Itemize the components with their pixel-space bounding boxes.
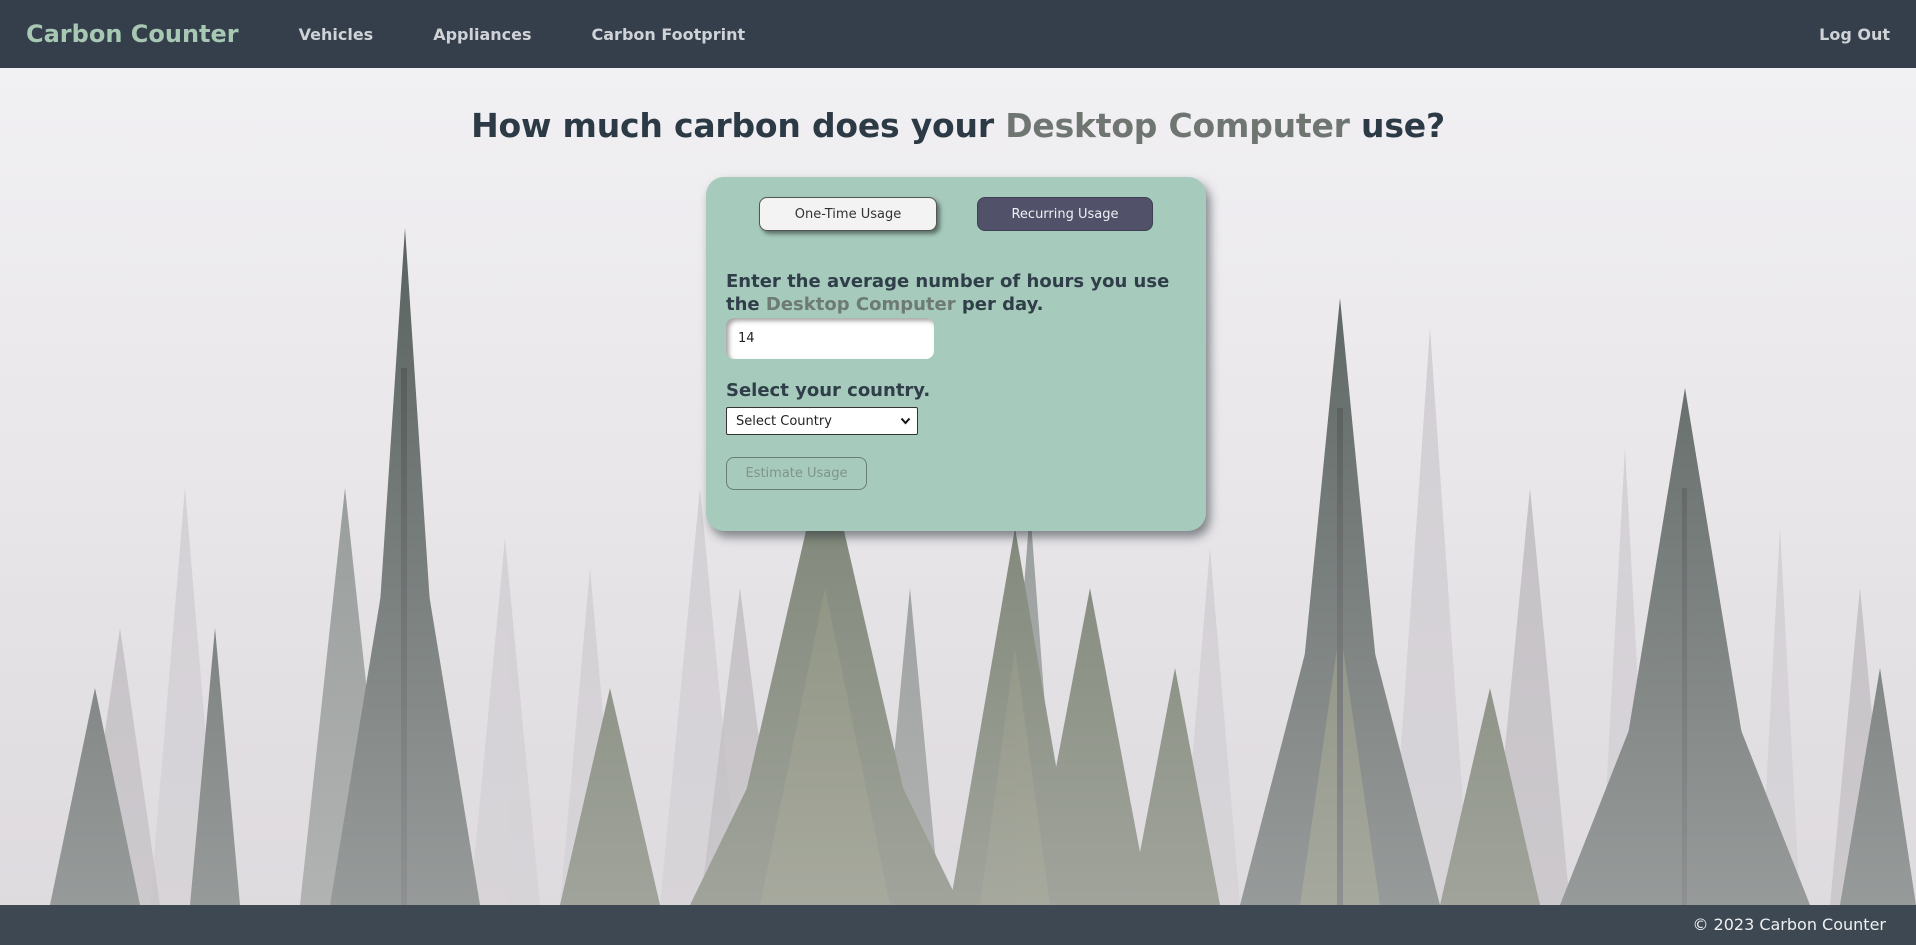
hours-prompt-appliance: Desktop Computer	[765, 294, 956, 315]
page-title: How much carbon does your Desktop Comput…	[0, 106, 1916, 145]
estimate-usage-button[interactable]: Estimate Usage	[726, 457, 867, 490]
nav-link-vehicles[interactable]: Vehicles	[299, 25, 374, 44]
country-select-value: Select Country	[736, 413, 832, 429]
recurring-usage-button[interactable]: Recurring Usage	[977, 197, 1153, 231]
navbar: Carbon Counter Vehicles Appliances Carbo…	[0, 0, 1916, 68]
hours-prompt-suffix: per day.	[955, 294, 1044, 315]
one-time-usage-button[interactable]: One-Time Usage	[759, 197, 937, 231]
footer-copyright: © 2023 Carbon Counter	[1692, 915, 1886, 934]
nav-link-carbon-footprint[interactable]: Carbon Footprint	[592, 25, 746, 44]
country-label: Select your country.	[726, 380, 931, 401]
footer: © 2023 Carbon Counter	[0, 905, 1916, 945]
usage-form-card: One-Time Usage Recurring Usage Enter the…	[706, 177, 1206, 531]
hours-prompt-label: Enter the average number of hours you us…	[726, 270, 1186, 316]
page-title-appliance: Desktop Computer	[1005, 106, 1350, 145]
brand-logo-link[interactable]: Carbon Counter	[26, 20, 239, 48]
chevron-down-icon	[900, 413, 911, 432]
country-select[interactable]: Select Country	[726, 407, 918, 435]
page-title-suffix: use?	[1349, 106, 1445, 145]
hours-per-day-input[interactable]	[726, 318, 934, 359]
nav-link-appliances[interactable]: Appliances	[433, 25, 531, 44]
logout-link[interactable]: Log Out	[1819, 25, 1890, 44]
page-title-prefix: How much carbon does your	[471, 106, 1006, 145]
